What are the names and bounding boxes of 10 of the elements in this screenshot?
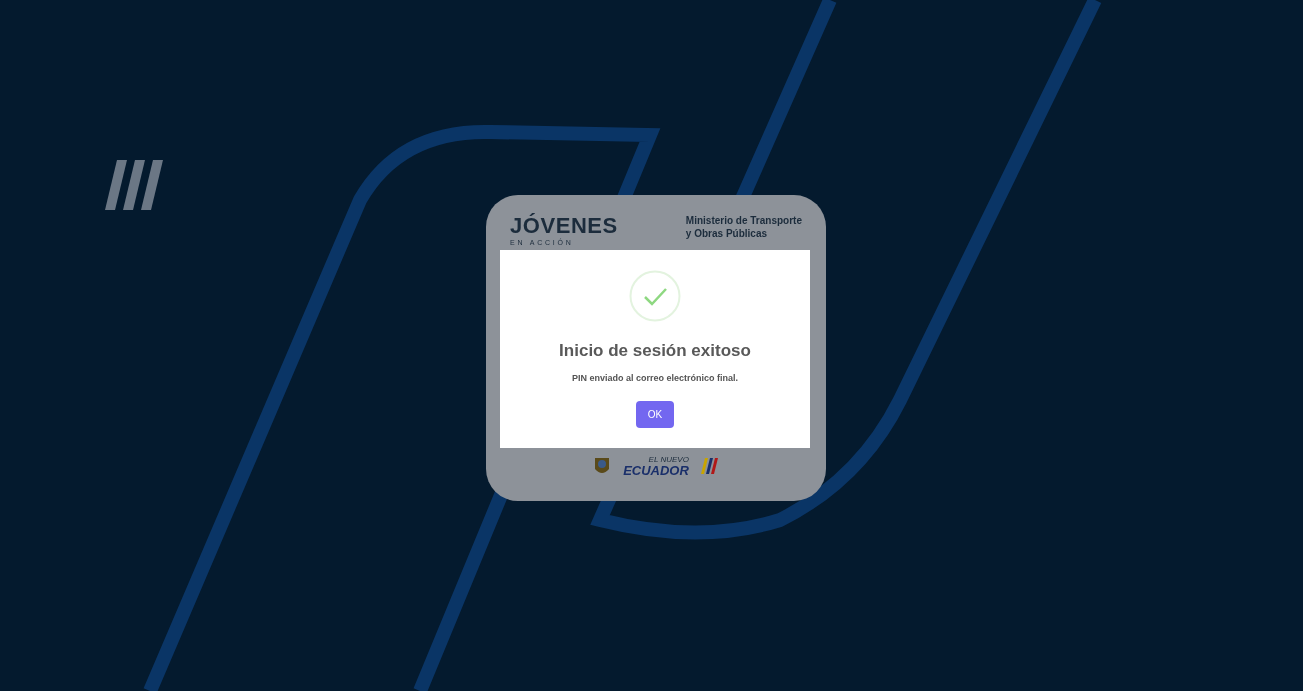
success-check-icon bbox=[629, 270, 681, 322]
ministry-text: y Obras Públicas bbox=[685, 227, 768, 240]
ministry-text: Ministerio de Transporte bbox=[685, 215, 802, 228]
dialog-title: Inicio de sesión exitoso bbox=[559, 340, 751, 362]
logo-small-text: EL NUEVO bbox=[648, 455, 689, 464]
flag-stripes-icon bbox=[700, 458, 719, 474]
logo-title: JÓVENES bbox=[510, 215, 618, 237]
dialog-message: PIN enviado al correo electrónico final. bbox=[571, 371, 739, 385]
ecuador-logo-text: ECUADOR bbox=[623, 463, 689, 477]
ok-button[interactable]: OK bbox=[635, 401, 675, 428]
